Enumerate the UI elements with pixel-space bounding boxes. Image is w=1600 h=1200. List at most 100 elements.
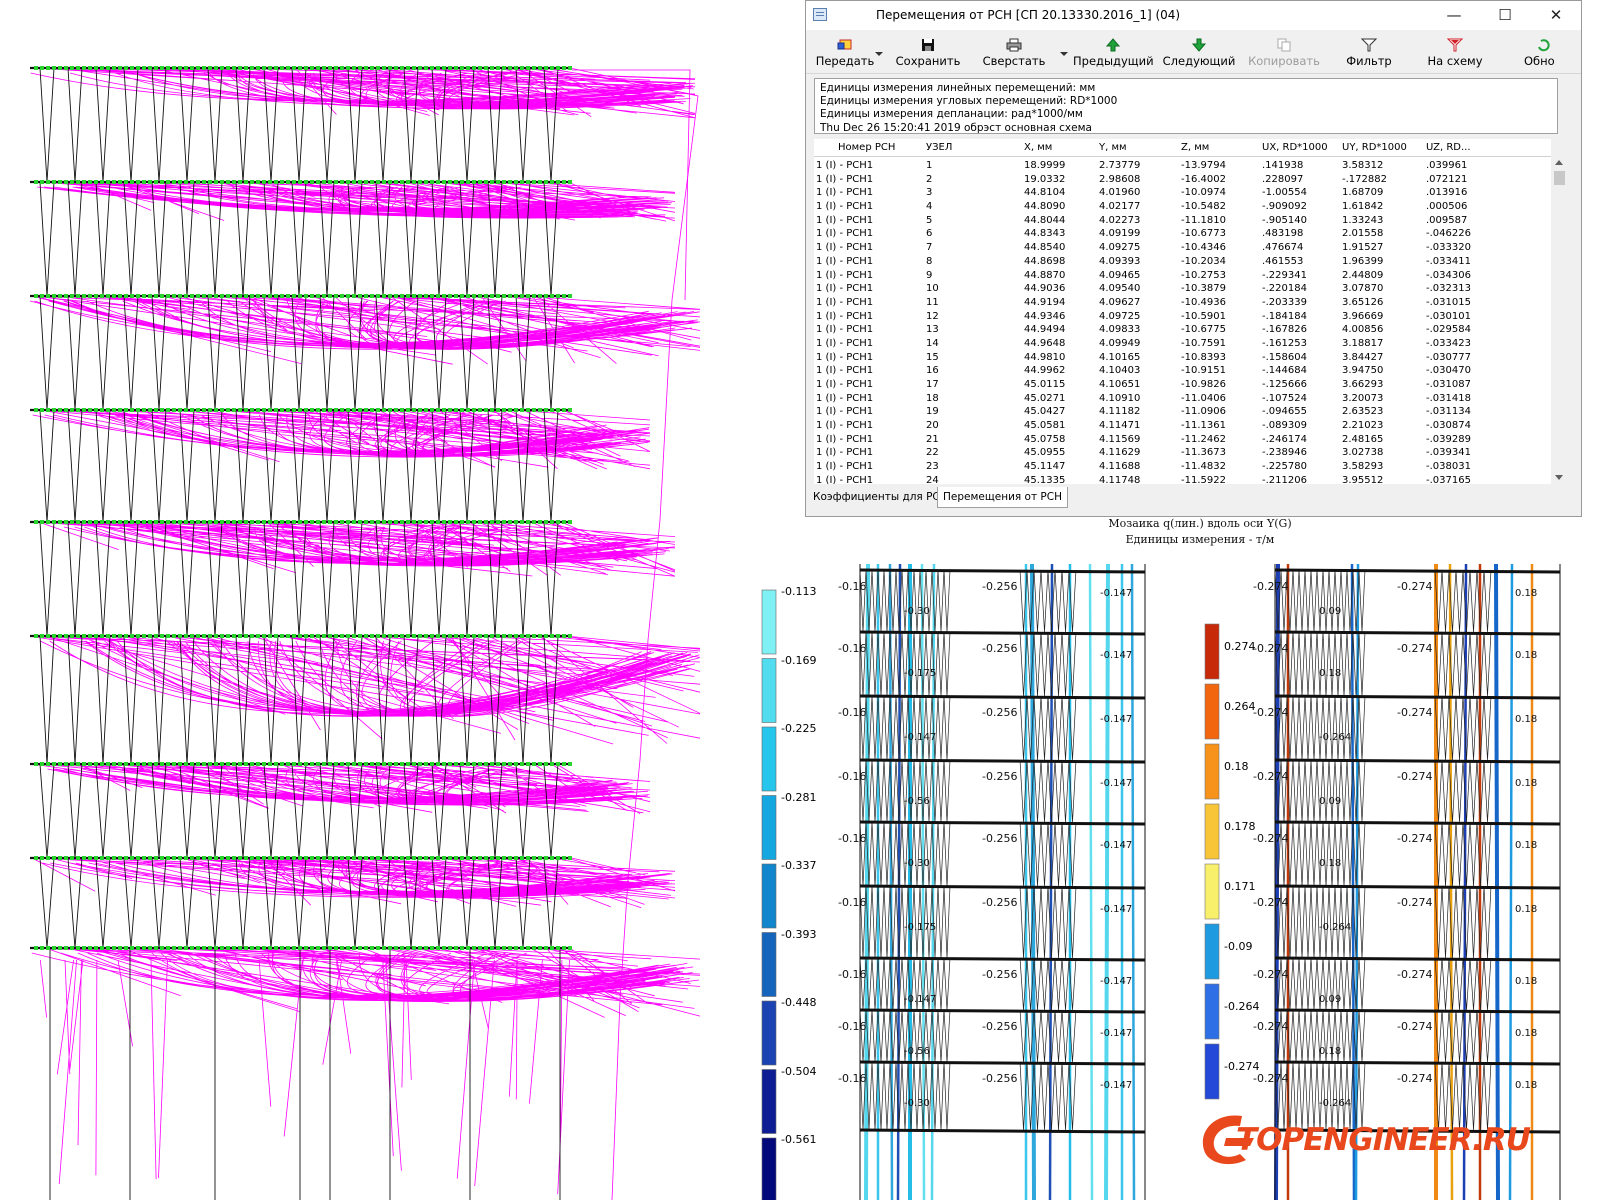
member-value-tag: 0.18	[1515, 588, 1537, 599]
node-marker	[346, 856, 350, 860]
node-marker	[310, 180, 314, 184]
legend-swatch	[1204, 623, 1220, 680]
close-button[interactable]: ✕	[1534, 1, 1578, 30]
node-marker	[406, 66, 410, 70]
table-row[interactable]: 1 (I) - РСН1 14 44.9648 4.09949 -10.7591 -.16…	[814, 337, 1551, 351]
node-marker	[400, 634, 404, 638]
table-row[interactable]: 1 (I) - РСН1 23 45.1147 4.11688 -11.4832 -.22…	[814, 460, 1551, 474]
send-dropdown-arrow[interactable]	[875, 52, 883, 56]
layout-button[interactable]: Сверстать	[978, 34, 1050, 72]
table-row[interactable]: 1 (I) - РСН1 13 44.9494 4.09833 -10.6775 -.16…	[814, 323, 1551, 337]
node-marker	[190, 294, 194, 298]
node-marker	[376, 762, 380, 766]
save-button[interactable]: Сохранить	[894, 34, 962, 72]
node-marker	[538, 180, 542, 184]
node-marker	[562, 762, 566, 766]
maximize-button[interactable]: ☐	[1483, 1, 1527, 30]
table-cell-node: 13	[926, 324, 939, 336]
table-row[interactable]: 1 (I) - РСН1 3 44.8104 4.01960 -10.0974 -1.00…	[814, 186, 1551, 200]
node-marker	[190, 856, 194, 860]
table-cell-y-mm: 4.10403	[1099, 365, 1141, 377]
table-row[interactable]: 1 (I) - РСН1 10 44.9036 4.09540 -10.3879 -.22…	[814, 282, 1551, 296]
column-header-ux[interactable]: UX, RD*1000	[1262, 139, 1328, 156]
member-value-tag: -0.56	[904, 796, 930, 807]
table-row[interactable]: 1 (I) - РСН1 12 44.9346 4.09725 -10.5901 -.18…	[814, 310, 1551, 324]
node-marker	[64, 180, 68, 184]
node-marker	[526, 180, 530, 184]
node-marker	[226, 180, 230, 184]
node-marker	[484, 294, 488, 298]
scroll-thumb[interactable]	[1554, 171, 1565, 185]
node-marker	[484, 520, 488, 524]
units-warping-text: Единицы измерения депланации: рад*1000/м…	[820, 108, 1083, 121]
previous-button[interactable]: Предыдущий	[1073, 34, 1154, 72]
table-row[interactable]: 1 (I) - РСН1 22 45.0955 4.11629 -11.3673 -.23…	[814, 446, 1551, 460]
node-marker	[232, 856, 236, 860]
node-marker	[58, 520, 62, 524]
to-scheme-button[interactable]: На схему	[1420, 34, 1490, 72]
tab-coefficients[interactable]: Коэффициенты для РСН	[808, 487, 953, 507]
column-header-y-mm[interactable]: Y, мм	[1099, 139, 1127, 156]
next-button[interactable]: Следующий	[1161, 34, 1237, 72]
member-value-tag: -0.274	[1397, 770, 1432, 783]
node-marker	[502, 946, 506, 950]
column-header-uy[interactable]: UY, RD*1000	[1342, 139, 1407, 156]
column-header-uz[interactable]: UZ, RD...	[1426, 139, 1471, 156]
node-marker	[328, 408, 332, 412]
minimize-button[interactable]: —	[1432, 1, 1476, 30]
table-row[interactable]: 1 (I) - РСН1 11 44.9194 4.09627 -10.4936 -.20…	[814, 296, 1551, 310]
member-value-tag: 0.18	[1515, 714, 1537, 725]
node-marker	[202, 294, 206, 298]
column-header-x-mm[interactable]: X, мм	[1024, 139, 1052, 156]
node-marker	[538, 634, 542, 638]
table-row[interactable]: 1 (I) - РСН1 17 45.0115 4.10651 -10.9826 -.12…	[814, 378, 1551, 392]
table-row[interactable]: 1 (I) - РСН1 6 44.8343 4.09199 -10.6773 .4831…	[814, 227, 1551, 241]
node-marker	[502, 634, 506, 638]
node-marker	[322, 408, 326, 412]
table-cell-y-mm: 4.11688	[1099, 461, 1141, 473]
node-marker	[106, 180, 110, 184]
column-header-rsn-number[interactable]: Номер РСН	[838, 139, 895, 156]
node-marker	[328, 762, 332, 766]
copy-label: Копировать	[1248, 54, 1320, 68]
send-button[interactable]: Передать	[808, 34, 882, 72]
node-marker	[322, 634, 326, 638]
tab-displacements[interactable]: Перемещения от РСН	[937, 487, 1068, 508]
node-marker	[214, 180, 218, 184]
table-row[interactable]: 1 (I) - РСН1 16 44.9962 4.10403 -10.9151 -.14…	[814, 364, 1551, 378]
table-row[interactable]: 1 (I) - РСН1 21 45.0758 4.11569 -11.2462 -.24…	[814, 433, 1551, 447]
table-row[interactable]: 1 (I) - РСН1 2 19.0332 2.98608 -16.4002 .2280…	[814, 173, 1551, 187]
node-marker	[340, 946, 344, 950]
table-row[interactable]: 1 (I) - РСН1 5 44.8044 4.02273 -11.1810 -.905…	[814, 214, 1551, 228]
table-row[interactable]: 1 (I) - РСН1 1 18.9999 2.73779 -13.9794 .1419…	[814, 159, 1551, 173]
node-marker	[526, 856, 530, 860]
table-row[interactable]: 1 (I) - РСН1 8 44.8698 4.09393 -10.2034 .4615…	[814, 255, 1551, 269]
table-row[interactable]: 1 (I) - РСН1 15 44.9810 4.10165 -10.8393 -.15…	[814, 351, 1551, 365]
node-marker	[556, 634, 560, 638]
scroll-up-icon[interactable]	[1555, 160, 1563, 165]
table-row[interactable]: 1 (I) - РСН1 19 45.0427 4.11182 -11.0906 -.09…	[814, 405, 1551, 419]
scroll-down-icon[interactable]	[1555, 475, 1563, 480]
node-marker	[172, 520, 176, 524]
table-cell-y-mm: 4.01960	[1099, 187, 1141, 199]
table-scrollbar[interactable]	[1551, 156, 1568, 484]
table-row[interactable]: 1 (I) - РСН1 18 45.0271 4.10910 -11.0406 -.10…	[814, 392, 1551, 406]
table-row[interactable]: 1 (I) - РСН1 4 44.8090 4.02177 -10.5482 -.909…	[814, 200, 1551, 214]
node-marker	[100, 294, 104, 298]
layout-dropdown-arrow[interactable]	[1060, 52, 1068, 56]
table-row[interactable]: 1 (I) - РСН1 7 44.8540 4.09275 -10.4346 .4766…	[814, 241, 1551, 255]
column-header-node[interactable]: УЗЕЛ	[926, 139, 952, 156]
filter-button[interactable]: Фильтр	[1336, 34, 1402, 72]
legend-left-value: -0.169	[781, 653, 817, 667]
node-marker	[490, 180, 494, 184]
node-marker	[400, 180, 404, 184]
table-row[interactable]: 1 (I) - РСН1 24 45.1335 4.11748 -11.5922 -.21…	[814, 474, 1551, 484]
table-row[interactable]: 1 (I) - РСН1 20 45.0581 4.11471 -11.1361 -.08…	[814, 419, 1551, 433]
column-header-z-mm[interactable]: Z, мм	[1181, 139, 1209, 156]
refresh-button[interactable]: Обно	[1516, 34, 1576, 72]
table-row[interactable]: 1 (I) - РСН1 9 44.8870 4.09465 -10.2753 -.229…	[814, 269, 1551, 283]
copy-button[interactable]: Копировать	[1246, 34, 1322, 72]
node-marker	[520, 66, 524, 70]
node-marker	[100, 634, 104, 638]
window-titlebar[interactable]: Перемещения от РСН [СП 20.13330.2016_1] …	[806, 1, 1581, 30]
